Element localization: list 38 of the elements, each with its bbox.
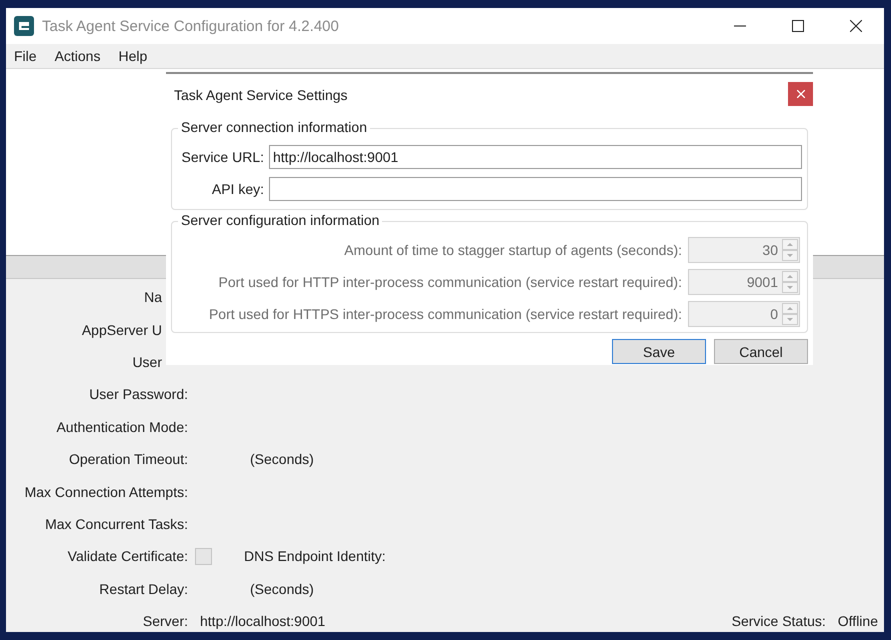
server-url: http://localhost:9001: [200, 613, 326, 630]
field-label: Port used for HTTPS inter-process communication (service restart required):: [208, 306, 682, 322]
field-label: Server:: [142, 613, 188, 630]
field-label: Operation Timeout:: [68, 451, 188, 468]
status-value: Offline: [838, 613, 878, 630]
unit-label: (Seconds): [250, 451, 314, 468]
field-label: Restart Delay:: [98, 580, 188, 597]
field-label: API key:: [210, 181, 264, 197]
field-label: AppServer U: [80, 322, 162, 338]
dialog-button[interactable]: Save: [612, 339, 706, 364]
field-label: Validate Certificate:: [66, 548, 188, 564]
app-logo-icon: [14, 16, 34, 36]
input-field[interactable]: [269, 177, 802, 201]
field-label: Max Connection Attempts:: [24, 484, 188, 500]
field-label: User Password:: [88, 386, 188, 402]
field-label: Amount of time to stagger startup of agents (seconds):: [343, 242, 682, 258]
window-title: Task Agent Service Configuration for 4.2.400: [42, 18, 339, 34]
group-title: Server configuration information: [178, 212, 382, 228]
maximize-icon[interactable]: [792, 20, 804, 32]
dialog-button[interactable]: Cancel: [714, 339, 808, 364]
menu-item[interactable]: Help: [118, 48, 148, 64]
field-label: Service URL:: [180, 149, 264, 165]
dialog-title: Task Agent Service Settings: [174, 87, 348, 103]
field-label: Max Concurrent Tasks:: [44, 516, 188, 532]
checkbox[interactable]: [195, 548, 212, 565]
close-icon[interactable]: [850, 20, 862, 32]
field-label: Port used for HTTP inter-process communication (service restart required):: [218, 274, 682, 290]
menu-item[interactable]: Actions: [54, 48, 100, 64]
field-label: Authentication Mode:: [55, 418, 188, 435]
field-label: User: [131, 354, 162, 370]
close-button[interactable]: [788, 82, 813, 106]
field-label: Na: [143, 289, 162, 306]
menu-item[interactable]: File: [14, 48, 37, 64]
input-field[interactable]: http://localhost:9001: [269, 145, 802, 169]
group-title: Server connection information: [178, 119, 370, 135]
unit-label: (Seconds): [250, 580, 314, 597]
status-label: Service Status:: [732, 613, 826, 630]
field-label: DNS Endpoint Identity:: [244, 548, 386, 564]
